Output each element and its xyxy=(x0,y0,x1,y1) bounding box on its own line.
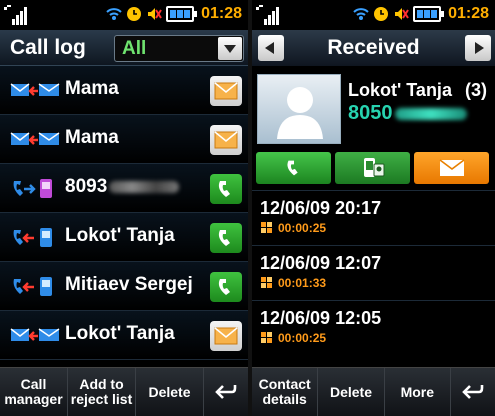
entry-datetime: 12/06/09 20:17 xyxy=(260,198,382,218)
list-item[interactable]: 12/06/09 12:07 00:01:33 xyxy=(252,245,495,300)
call-log-screen: 01:28 Call log All Mama Mama 8093 Lokot'… xyxy=(0,0,248,416)
contact-name: 8093 xyxy=(65,176,180,198)
softkey-bar: Contact details Delete More xyxy=(252,367,495,416)
list-item[interactable]: Mitiaev Sergej xyxy=(0,262,248,311)
contact-name: Lokot' Tanja xyxy=(348,80,452,100)
wifi-icon xyxy=(106,8,122,20)
wifi-icon xyxy=(353,8,369,20)
envelope-icon xyxy=(439,159,464,176)
page-title: Call log xyxy=(10,36,86,59)
entry-datetime: 12/06/09 12:07 xyxy=(260,253,382,273)
sent-message-icon xyxy=(10,328,60,341)
phone-icon xyxy=(218,181,230,197)
call-button[interactable] xyxy=(210,174,242,204)
signal-icon xyxy=(256,5,279,25)
phone-icon xyxy=(218,279,230,295)
blurred-number xyxy=(394,107,467,120)
list-item[interactable]: 12/06/09 12:05 00:00:25 xyxy=(252,300,495,355)
call-manager-button[interactable]: Call manager xyxy=(0,368,68,416)
received-call-icon xyxy=(13,228,52,247)
duration-icon xyxy=(261,277,272,288)
contact-card: Lokot' Tanja (3) 8050 xyxy=(252,66,495,152)
call-count: (3) xyxy=(465,80,487,100)
battery-icon xyxy=(413,6,444,22)
contact-number: 8050 xyxy=(348,102,467,125)
call-button[interactable] xyxy=(256,152,331,184)
duration-icon xyxy=(261,222,272,233)
mute-icon xyxy=(148,8,162,20)
envelope-icon xyxy=(214,327,238,345)
list-item[interactable]: 12/06/09 20:17 00:00:25 xyxy=(252,190,495,245)
video-call-icon xyxy=(363,158,384,177)
call-history: 12/06/09 20:17 00:00:25 12/06/09 12:07 0… xyxy=(252,190,495,355)
video-call-button[interactable] xyxy=(335,152,410,184)
battery-icon xyxy=(166,6,197,22)
contact-name: Mama xyxy=(65,127,119,148)
call-button[interactable] xyxy=(210,223,242,253)
status-bar: 01:28 xyxy=(252,0,495,30)
contact-name: Lokot' Tanja xyxy=(65,225,175,246)
contact-name: Mitiaev Sergej xyxy=(65,274,193,295)
list-item[interactable]: 8093 xyxy=(0,164,248,213)
list-item[interactable]: Lokot' Tanja xyxy=(0,311,248,360)
clock: 01:28 xyxy=(201,5,242,22)
duration-icon xyxy=(261,332,272,343)
contact-name: Mama xyxy=(65,78,119,99)
phone-icon xyxy=(286,160,298,176)
message-button[interactable] xyxy=(210,125,242,155)
status-bar: 01:28 xyxy=(0,0,248,30)
call-list: Mama Mama 8093 Lokot' Tanja Mitiaev Serg… xyxy=(0,66,248,360)
sent-message-icon xyxy=(10,83,60,96)
back-button[interactable] xyxy=(451,368,495,416)
mute-icon xyxy=(395,8,409,20)
contact-name: Lokot' Tanja xyxy=(65,323,175,344)
message-button[interactable] xyxy=(210,76,242,106)
contact-actions xyxy=(252,152,495,190)
add-to-reject-list-button[interactable]: Add to reject list xyxy=(68,368,136,416)
sent-message-icon xyxy=(10,132,60,145)
entry-datetime: 12/06/09 12:05 xyxy=(260,308,382,328)
detail-header: Received xyxy=(252,30,495,66)
filter-value: All xyxy=(122,38,147,59)
signal-icon xyxy=(4,5,27,25)
message-button[interactable] xyxy=(414,152,489,184)
blurred-number xyxy=(109,180,180,193)
alarm-icon xyxy=(127,7,141,21)
contact-details-button[interactable]: Contact details xyxy=(252,368,319,416)
chevron-down-icon[interactable] xyxy=(218,37,242,60)
page-title: Received xyxy=(327,36,420,59)
entry-duration: 00:01:33 xyxy=(278,276,327,290)
back-button[interactable] xyxy=(204,368,248,416)
clock: 01:28 xyxy=(448,5,489,22)
envelope-icon xyxy=(214,82,238,100)
envelope-icon xyxy=(214,131,238,149)
next-arrow-button[interactable] xyxy=(465,35,491,61)
list-item[interactable]: Mama xyxy=(0,115,248,164)
back-arrow-icon xyxy=(215,385,237,399)
person-icon xyxy=(277,87,323,139)
delete-button[interactable]: Delete xyxy=(136,368,204,416)
filter-dropdown[interactable]: All xyxy=(114,35,244,62)
list-item[interactable]: Mama xyxy=(0,66,248,115)
call-button[interactable] xyxy=(210,272,242,302)
alarm-icon xyxy=(374,7,388,21)
delete-button[interactable]: Delete xyxy=(318,368,385,416)
entry-duration: 00:00:25 xyxy=(278,331,327,345)
received-call-icon xyxy=(13,277,52,296)
message-button[interactable] xyxy=(210,321,242,351)
list-item[interactable]: Lokot' Tanja xyxy=(0,213,248,262)
entry-duration: 00:00:25 xyxy=(278,221,327,235)
softkey-bar: Call manager Add to reject list Delete xyxy=(0,367,248,416)
more-button[interactable]: More xyxy=(385,368,451,416)
call-log-header: Call log All xyxy=(0,30,248,66)
phone-icon xyxy=(218,230,230,246)
back-arrow-icon xyxy=(462,385,484,399)
dialed-call-icon xyxy=(13,179,52,198)
avatar[interactable] xyxy=(257,74,341,144)
call-detail-screen: 01:28 Received Lokot' Tanja (3) 8050 12/… xyxy=(252,0,495,416)
